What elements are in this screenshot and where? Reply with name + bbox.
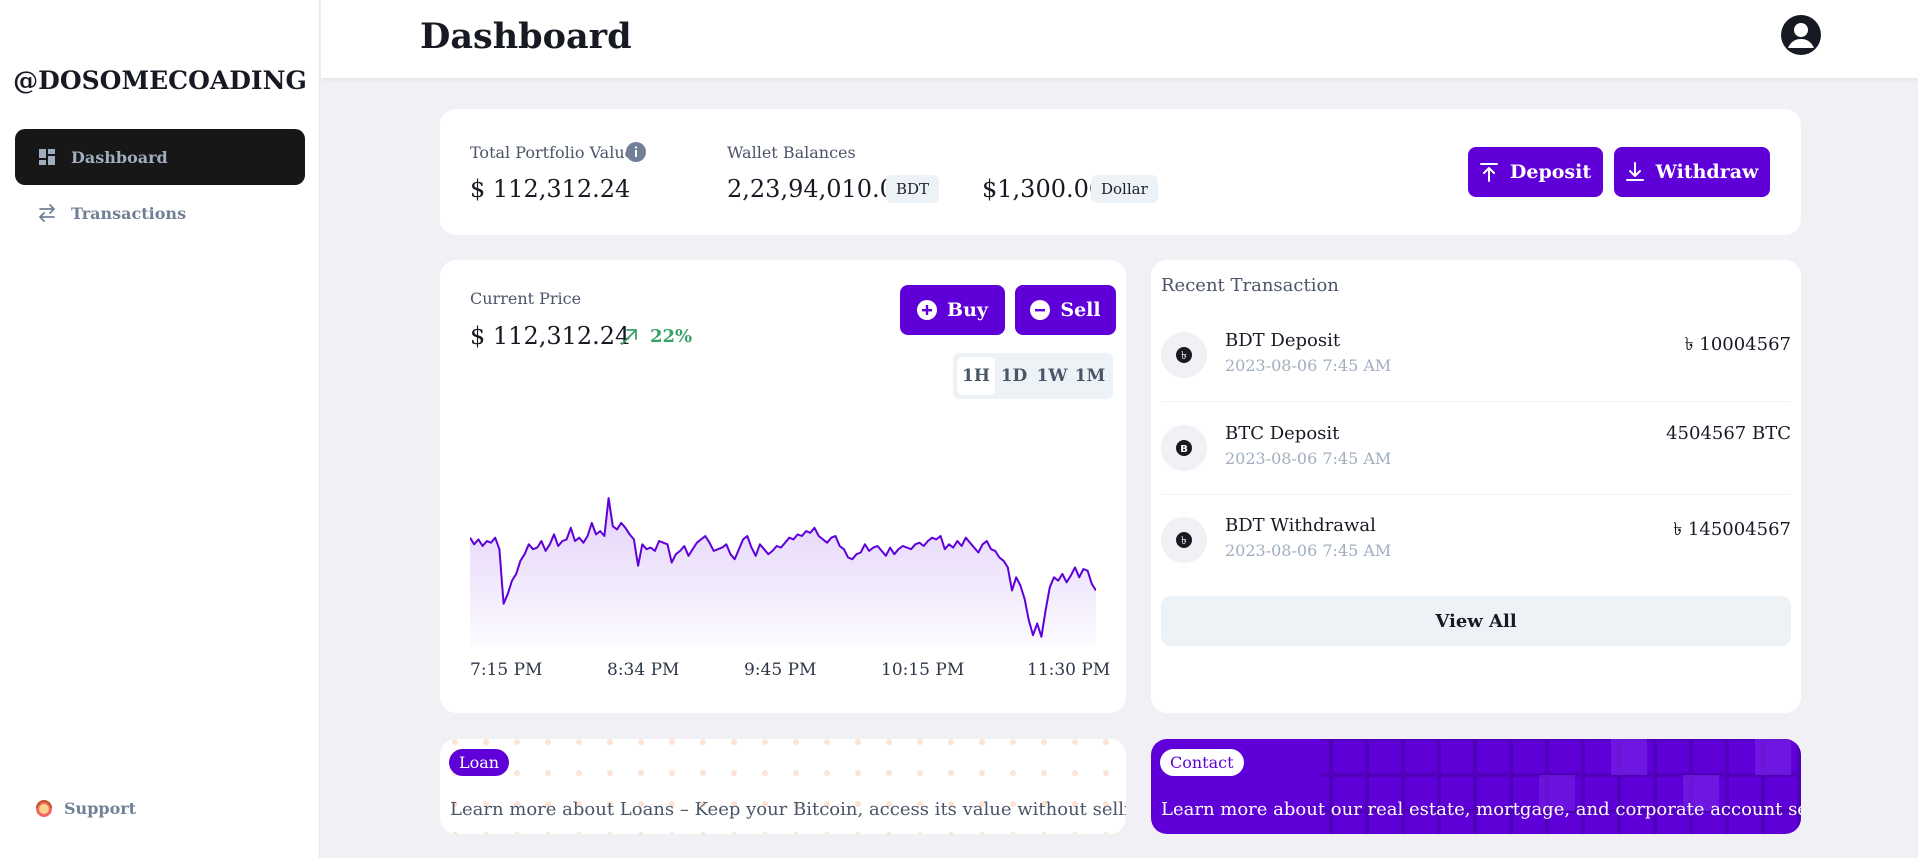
dashboard-icon	[37, 147, 57, 167]
transaction-amount: 4504567 BTC	[1666, 423, 1791, 444]
deposit-button[interactable]: Deposit	[1468, 147, 1603, 197]
x-tick-label: 7:15 PM	[470, 660, 543, 680]
transaction-date: 2023-08-06 7:45 AM	[1225, 541, 1392, 560]
sidebar: @DOSOMECOADING Dashboard Transactions Su…	[0, 0, 320, 858]
info-icon[interactable]	[626, 142, 646, 162]
support-agent-icon	[34, 798, 54, 818]
current-price-value: $ 112,312.24	[470, 322, 631, 350]
contact-tag: Contact	[1160, 749, 1244, 776]
brand-logo: @DOSOMECOADING	[13, 66, 307, 95]
trend-up-icon	[620, 328, 638, 346]
price-change: 22%	[620, 326, 692, 347]
x-tick-label: 10:15 PM	[881, 660, 965, 680]
bitcoin-coin-icon: B	[1161, 425, 1207, 471]
top-header: Dashboard	[321, 0, 1918, 78]
x-tick-label: 8:34 PM	[607, 660, 680, 680]
loan-promo-card[interactable]: Loan Learn more about Loans – Keep your …	[440, 739, 1126, 834]
transaction-name: BTC Deposit	[1225, 423, 1340, 444]
transfer-arrows-icon	[37, 203, 57, 223]
price-change-value: 22%	[650, 326, 693, 347]
range-1h-button[interactable]: 1H	[957, 357, 995, 395]
page-title: Dashboard	[420, 16, 632, 57]
x-tick-label: 9:45 PM	[744, 660, 817, 680]
list-item[interactable]: ৳ BDT Withdrawal 2023-08-06 7:45 AM ৳ 14…	[1161, 507, 1791, 599]
portfolio-card: Total Portfolio Value $ 112,312.24 Walle…	[440, 109, 1801, 235]
deposit-label: Deposit	[1509, 161, 1592, 183]
loan-promo-text: Learn more about Loans – Keep your Bitco…	[450, 799, 1126, 820]
user-circle-icon[interactable]	[1780, 14, 1822, 56]
recent-transactions-card: Recent Transaction ৳ BDT Deposit 2023-08…	[1151, 260, 1801, 713]
svg-text:৳: ৳	[1181, 534, 1186, 547]
transaction-amount: ৳ 145004567	[1673, 519, 1791, 540]
divider	[1161, 494, 1791, 495]
total-portfolio-label: Total Portfolio Value	[470, 143, 635, 162]
plus-circle-icon	[917, 300, 938, 320]
recent-transactions-title: Recent Transaction	[1161, 275, 1339, 296]
contact-promo-card[interactable]: Contact Learn more about our real estate…	[1151, 739, 1801, 834]
sidebar-item-transactions[interactable]: Transactions	[15, 185, 305, 241]
bdt-balance-value: 2,23,94,010.00	[727, 175, 911, 203]
contact-promo-text: Learn more about our real estate, mortga…	[1161, 799, 1801, 820]
sidebar-item-label: Transactions	[71, 203, 187, 223]
price-area-chart	[470, 497, 1096, 645]
buy-button[interactable]: Buy	[900, 285, 1005, 335]
sell-button[interactable]: Sell	[1015, 285, 1116, 335]
total-portfolio-value: $ 112,312.24	[470, 175, 631, 203]
dollar-currency-tag: Dollar	[1091, 175, 1158, 203]
x-tick-label: 11:30 PM	[1027, 660, 1111, 680]
bdt-currency-tag: BDT	[886, 175, 940, 203]
time-range-selector: 1H 1D 1W 1M	[953, 353, 1113, 399]
wallet-balances-label: Wallet Balances	[727, 143, 856, 162]
range-1w-button[interactable]: 1W	[1033, 357, 1071, 395]
transaction-name: BDT Deposit	[1225, 330, 1341, 351]
withdraw-label: Withdraw	[1655, 161, 1759, 183]
sidebar-item-label: Dashboard	[71, 147, 168, 167]
download-icon	[1625, 162, 1646, 182]
loan-tag: Loan	[449, 749, 510, 776]
withdraw-button[interactable]: Withdraw	[1614, 147, 1770, 197]
range-1d-button[interactable]: 1D	[995, 357, 1033, 395]
dollar-balance-value: $1,300.00	[982, 175, 1105, 203]
current-price-label: Current Price	[470, 289, 582, 308]
sell-label: Sell	[1060, 299, 1101, 321]
transaction-amount: ৳ 10004567	[1684, 334, 1791, 355]
taka-coin-icon: ৳	[1161, 517, 1207, 563]
price-chart-card: Current Price $ 112,312.24 22% Buy Sell …	[440, 260, 1126, 713]
range-1m-button[interactable]: 1M	[1071, 357, 1109, 395]
sidebar-item-dashboard[interactable]: Dashboard	[15, 129, 305, 185]
minus-circle-icon	[1030, 300, 1051, 320]
upload-icon	[1479, 162, 1500, 182]
price-area-fill	[470, 498, 1096, 645]
svg-text:B: B	[1180, 444, 1188, 455]
transaction-name: BDT Withdrawal	[1225, 515, 1376, 536]
support-label: Support	[64, 798, 137, 818]
transaction-date: 2023-08-06 7:45 AM	[1225, 356, 1392, 375]
support-link[interactable]: Support	[34, 798, 136, 818]
transaction-date: 2023-08-06 7:45 AM	[1225, 449, 1392, 468]
taka-coin-icon: ৳	[1161, 332, 1207, 378]
buy-label: Buy	[947, 299, 988, 321]
svg-text:৳: ৳	[1181, 349, 1186, 362]
view-all-button[interactable]: View All	[1161, 596, 1791, 646]
divider	[1161, 401, 1791, 402]
